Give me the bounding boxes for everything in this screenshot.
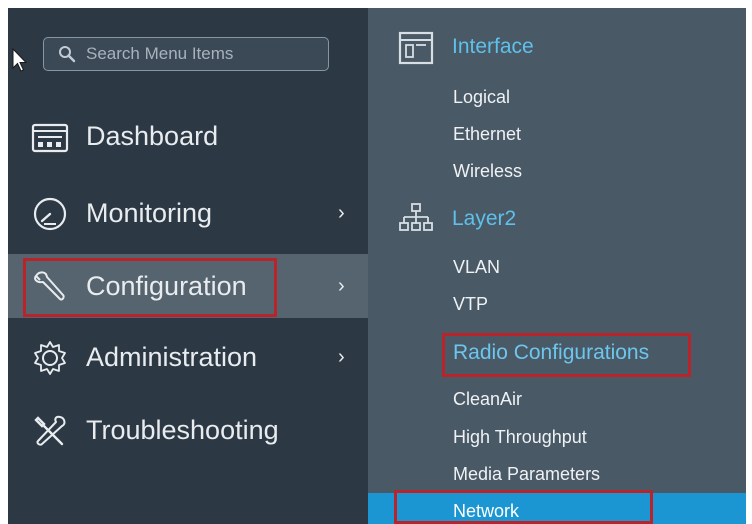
chevron-right-icon: › <box>338 201 345 224</box>
submenu-item-network[interactable]: Network <box>453 501 519 522</box>
search-input[interactable] <box>84 43 318 65</box>
submenu-item-network-row[interactable] <box>368 493 746 524</box>
nav-item-dashboard[interactable]: Dashboard <box>8 104 368 168</box>
submenu-item-logical[interactable]: Logical <box>453 87 510 108</box>
submenu-item-wireless[interactable]: Wireless <box>453 161 522 182</box>
nav-item-label: Configuration <box>86 270 247 301</box>
submenu-item-vlan[interactable]: VLAN <box>453 257 500 278</box>
tools-icon <box>34 415 66 446</box>
chevron-right-icon: › <box>338 274 345 297</box>
nav-item-administration[interactable]: Administration › <box>8 325 368 389</box>
nav-item-configuration[interactable]: Configuration › <box>8 254 368 318</box>
section-radio-configurations[interactable]: Radio Configurations <box>453 341 649 365</box>
submenu-item-vtp[interactable]: VTP <box>453 294 488 315</box>
search-box[interactable] <box>43 37 329 71</box>
nav-item-label: Monitoring <box>86 197 213 228</box>
nav-item-troubleshooting[interactable]: Troubleshooting <box>8 398 368 462</box>
submenu-item-media-parameters[interactable]: Media Parameters <box>453 464 600 485</box>
nav-item-label: Troubleshooting <box>86 414 279 445</box>
gauge-icon <box>33 197 67 231</box>
gear-icon <box>34 341 66 375</box>
dashboard-icon <box>31 123 69 153</box>
submenu-item-cleanair[interactable]: CleanAir <box>453 389 522 410</box>
chevron-right-icon: › <box>338 345 345 368</box>
network-topology-icon <box>399 203 433 231</box>
search-icon <box>59 46 76 63</box>
interface-icon <box>398 31 434 65</box>
section-title: Layer2 <box>452 207 517 230</box>
submenu-item-high-throughput[interactable]: High Throughput <box>453 427 587 448</box>
submenu-item-ethernet[interactable]: Ethernet <box>453 124 521 145</box>
mouse-cursor-icon <box>12 48 28 72</box>
section-title: Interface <box>452 35 534 58</box>
nav-item-label: Administration <box>86 341 258 372</box>
nav-item-monitoring[interactable]: Monitoring › <box>8 181 368 245</box>
nav-item-label: Dashboard <box>86 120 219 151</box>
wrench-icon <box>33 271 65 301</box>
